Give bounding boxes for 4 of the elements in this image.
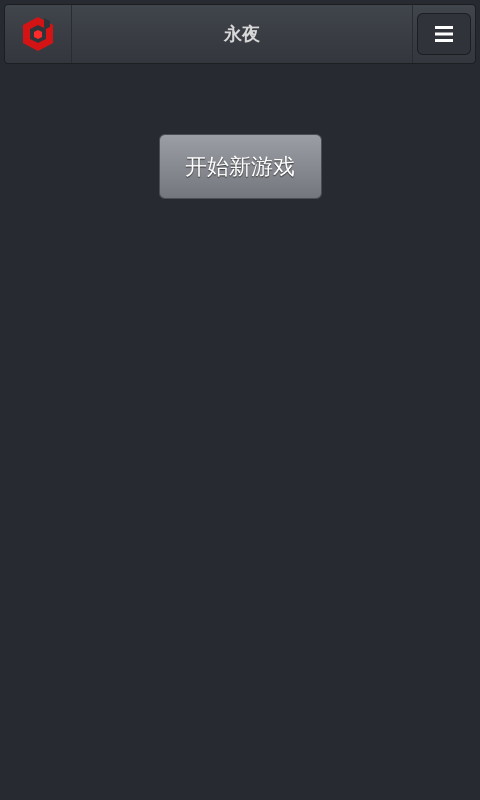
new-game-button[interactable]: 开始新游戏: [158, 134, 322, 199]
menu-button[interactable]: [417, 13, 471, 55]
page-title: 永夜: [224, 23, 260, 46]
menu-icon: [435, 26, 453, 42]
